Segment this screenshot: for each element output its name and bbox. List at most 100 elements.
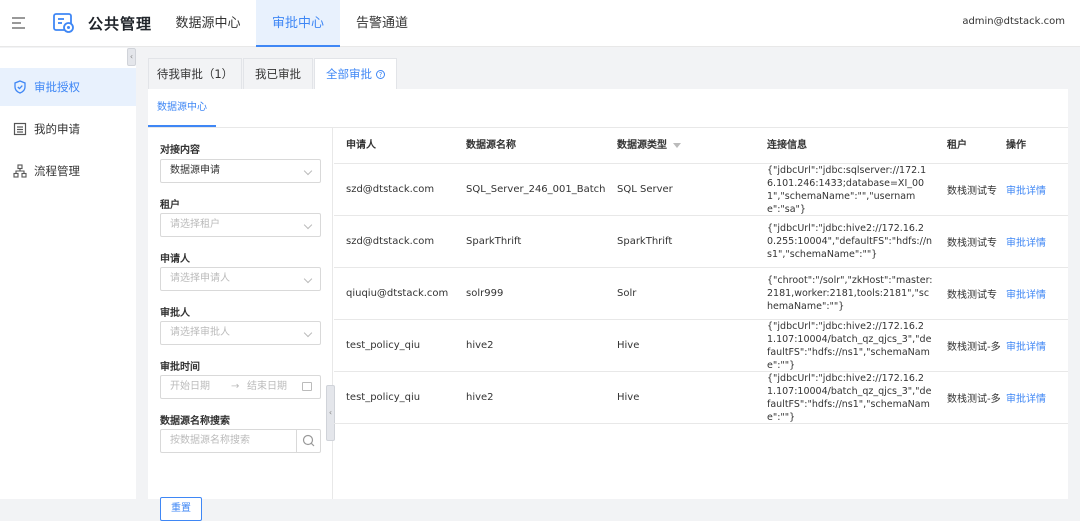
cell-connection-info: {"jdbcUrl":"jdbc:hive2://172.16.20.255:1… [767,223,933,260]
filter-panel: 对接内容 数据源申请 租户 请选择租户 申请人 请选择申请人 审批人 请选择审批… [148,128,335,521]
cell-tenant: 数栈测试专 [947,186,997,197]
chevron-down-icon [303,328,313,338]
table-header: 申请人 数据源名称 数据源类型 连接信息 租户 操作 [334,128,1068,164]
tab-approved-by-me[interactable]: 我已审批 [243,58,313,89]
approver-select-placeholder: 请选择审批人 [170,327,230,338]
cell-connection-info: {"chroot":"/solr","zkHost":"master:2181,… [767,275,933,312]
column-applicant: 申请人 [346,140,376,151]
table-row: test_policy_qiu hive2 Hive {"jdbcUrl":"j… [334,372,1068,424]
shield-icon [14,80,26,94]
cell-applicant: szd@dtstack.com [346,184,435,195]
start-date-placeholder: 开始日期 [170,381,210,392]
table-row: test_policy_qiu hive2 Hive {"jdbcUrl":"j… [334,320,1068,372]
cell-tenant: 数栈测试专 [947,238,997,249]
top-bar: 公共管理 数据源中心 审批中心 告警通道 admin@dtstack.com [0,0,1080,47]
approval-detail-link[interactable]: 审批详情 [1006,372,1046,423]
filter-applicant-label: 申请人 [160,254,190,265]
sidebar: 审批授权 我的申请 流程管理 [0,48,136,499]
table-row: szd@dtstack.com SQL_Server_246_001_Batch… [334,164,1068,216]
cell-connection-info: {"jdbcUrl":"jdbc:hive2://172.16.21.107:1… [767,372,932,423]
app-logo-icon [53,13,74,33]
tab-pending-approval[interactable]: 待我审批（1） [148,58,242,89]
content-select-value: 数据源申请 [170,165,220,176]
cell-datasource-name: hive2 [466,392,494,403]
applicant-select[interactable]: 请选择申请人 [160,267,321,291]
column-label: 数据源类型 [617,140,667,151]
search-icon [302,434,315,447]
arrow-right-icon: → [231,381,240,392]
sidebar-item-approval-auth[interactable]: 审批授权 [0,68,136,106]
filter-icon[interactable] [673,142,681,148]
cell-tenant: 数栈测试-多 [947,342,1001,353]
cell-tenant: 数栈测试专 [947,290,997,301]
approval-detail-link[interactable]: 审批详情 [1006,216,1046,267]
filter-time-label: 审批时间 [160,362,200,373]
tab-label: 全部审批 [326,67,372,81]
app-title: 公共管理 [88,15,153,33]
cell-datasource-name: SparkThrift [466,236,522,247]
sidebar-item-label: 我的申请 [34,122,80,136]
cell-datasource-type: Hive [617,340,640,351]
cell-tenant: 数栈测试-多 [947,394,1001,405]
calendar-icon [302,382,312,391]
applicant-select-placeholder: 请选择申请人 [170,273,230,284]
chevron-down-icon [303,274,313,284]
table-row: szd@dtstack.com SparkThrift SparkThrift … [334,216,1068,268]
cell-connection-info: {"jdbcUrl":"jdbc:sqlserver://172.16.101.… [767,164,927,215]
cell-connection-info: {"jdbcUrl":"jdbc:hive2://172.16.21.107:1… [767,320,932,371]
search-button[interactable] [296,430,320,452]
sidebar-item-process-management[interactable]: 流程管理 [0,152,136,190]
approval-detail-link[interactable]: 审批详情 [1006,268,1046,319]
approval-detail-link[interactable]: 审批详情 [1006,320,1046,371]
help-icon[interactable]: ? [376,70,385,79]
column-datasource-name: 数据源名称 [466,140,516,151]
cell-datasource-type: SQL Server [617,184,673,195]
flow-icon [13,164,27,178]
search-placeholder: 按数据源名称搜索 [170,435,250,446]
column-actions: 操作 [1006,140,1026,151]
sidebar-item-label: 流程管理 [34,164,80,178]
cell-datasource-type: SparkThrift [617,236,673,247]
content-card: 数据源中心 对接内容 数据源申请 租户 请选择租户 申请人 请选择申请人 审批人… [148,89,1068,521]
filter-search-label: 数据源名称搜索 [160,416,230,427]
date-range-picker[interactable]: 开始日期 → 结束日期 [160,375,321,399]
approver-select[interactable]: 请选择审批人 [160,321,321,345]
end-date-placeholder: 结束日期 [247,381,287,392]
cell-applicant: test_policy_qiu [346,340,421,351]
content-select[interactable]: 数据源申请 [160,159,321,183]
cell-datasource-name: hive2 [466,340,494,351]
approval-detail-link[interactable]: 审批详情 [1006,164,1046,215]
cell-datasource-type: Hive [617,392,640,403]
filter-content-label: 对接内容 [160,145,200,156]
reset-button[interactable]: 重置 [160,497,202,521]
datasource-search-input[interactable]: 按数据源名称搜索 [160,429,321,453]
tab-all-approvals[interactable]: 全部审批? [314,58,397,89]
main-content: 待我审批（1） 我已审批 全部审批? 数据源中心 对接内容 数据源申请 租户 请… [148,58,1068,521]
tenant-select[interactable]: 请选择租户 [160,213,321,237]
cell-datasource-name: solr999 [466,288,504,299]
nav-approval-center[interactable]: 审批中心 [256,0,340,47]
user-account[interactable]: admin@dtstack.com [962,16,1065,27]
sidebar-item-my-applications[interactable]: 我的申请 [0,110,136,148]
tab-datasource-center[interactable]: 数据源中心 [148,89,216,127]
table-row: qiuqiu@dtstack.com solr999 Solr {"chroot… [334,268,1068,320]
cell-applicant: qiuqiu@dtstack.com [346,288,449,299]
menu-icon[interactable] [12,17,25,29]
list-icon [13,122,27,136]
chevron-down-icon [303,166,313,176]
column-tenant: 租户 [947,140,967,151]
column-datasource-type: 数据源类型 [617,128,681,164]
cell-datasource-name: SQL_Server_246_001_Batch [466,184,606,195]
cell-applicant: test_policy_qiu [346,392,421,403]
nav-datasource-center[interactable]: 数据源中心 [162,0,254,47]
chevron-down-icon [303,220,313,230]
column-connection-info: 连接信息 [767,140,807,151]
sidebar-collapse-button[interactable]: ‹ [127,48,136,66]
nav-alert-channel[interactable]: 告警通道 [342,0,422,47]
filter-tenant-label: 租户 [160,200,180,211]
cell-applicant: szd@dtstack.com [346,236,435,247]
tenant-select-placeholder: 请选择租户 [170,219,220,230]
filter-approver-label: 审批人 [160,308,190,319]
sidebar-item-label: 审批授权 [34,80,80,94]
cell-datasource-type: Solr [617,288,637,299]
